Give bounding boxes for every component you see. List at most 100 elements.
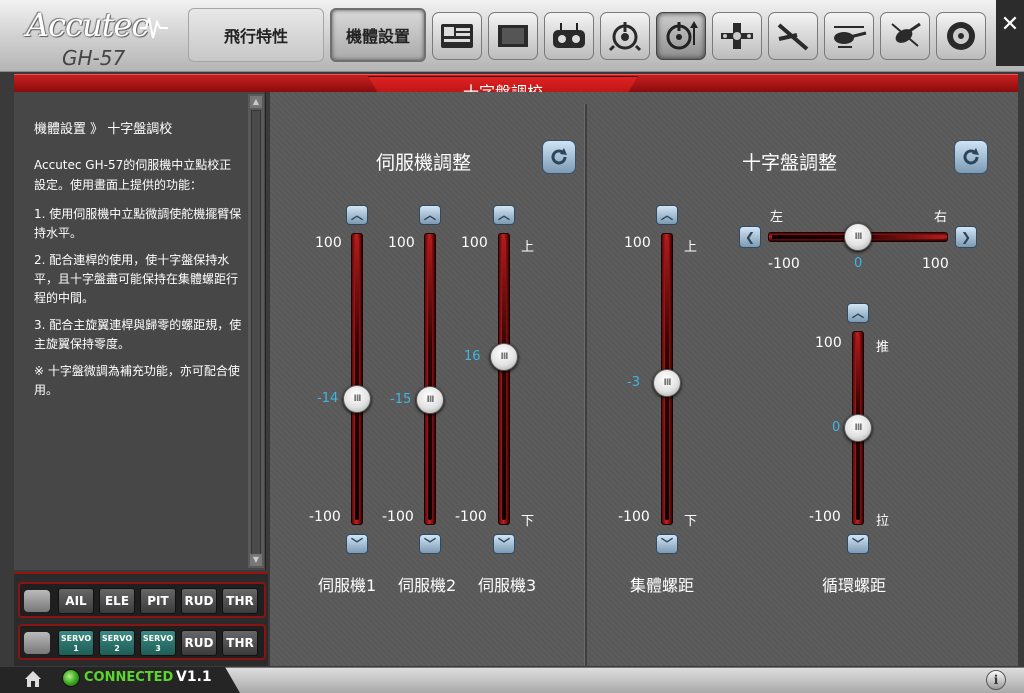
swash-reset-button[interactable] bbox=[954, 140, 988, 174]
servo-2-track[interactable] bbox=[424, 233, 436, 525]
setup-card-icon bbox=[441, 24, 473, 48]
channel-ail-button[interactable]: AIL bbox=[58, 588, 94, 614]
servo-3-label: 伺服機3 bbox=[478, 576, 537, 595]
slider-min-label: -100 bbox=[455, 509, 487, 525]
servo-panel-title: 伺服機調整 bbox=[376, 152, 472, 174]
servo-1-track[interactable] bbox=[351, 233, 363, 525]
servo-arm-icon bbox=[721, 23, 753, 49]
servo-3-button[interactable]: SERVO 3 bbox=[140, 630, 176, 656]
close-button[interactable]: ✕ bbox=[996, 0, 1024, 66]
chevron-down-icon: ﹀ bbox=[350, 537, 363, 551]
home-button[interactable] bbox=[24, 670, 42, 688]
gyro-icon bbox=[608, 22, 642, 52]
up-direction-label: 上 bbox=[684, 240, 698, 255]
collective-down-button[interactable]: ﹀ bbox=[656, 534, 678, 554]
servo-number: 2 bbox=[114, 644, 120, 653]
servo-3-knob[interactable]: III bbox=[490, 342, 518, 371]
servo-reset-button[interactable] bbox=[542, 140, 576, 174]
manual-button[interactable] bbox=[488, 12, 538, 60]
close-icon: ✕ bbox=[1000, 12, 1020, 37]
slider-max-label: 100 bbox=[388, 235, 415, 251]
heartbeat-icon bbox=[140, 17, 168, 39]
swashplate-icon bbox=[666, 21, 698, 50]
helicopter-flip-button[interactable] bbox=[880, 12, 930, 60]
setup-card-button[interactable] bbox=[432, 12, 482, 60]
servo-3-value: 16 bbox=[464, 348, 481, 364]
slider-min-label: -100 bbox=[618, 509, 650, 525]
roll-knob[interactable]: III bbox=[844, 223, 872, 251]
top-toolbar: Accutec GH-57 飛行特性 機體設置 ✕ bbox=[0, 0, 1024, 72]
scroll-down-icon[interactable]: ▼ bbox=[250, 554, 262, 566]
help-item: 1. 使用伺服機中立點微調使舵機擺臂保持水平。 bbox=[34, 207, 242, 240]
receiver-thr-button[interactable]: THR bbox=[222, 630, 258, 656]
helicopter-button[interactable] bbox=[824, 12, 874, 60]
scroll-up-icon[interactable]: ▲ bbox=[250, 96, 262, 108]
chevron-down-icon: ﹀ bbox=[851, 537, 864, 551]
tail-rotor-button[interactable] bbox=[768, 12, 818, 60]
channel-thr-button[interactable]: THR bbox=[222, 588, 258, 614]
servo-2-knob[interactable]: III bbox=[416, 386, 444, 414]
chevron-up-icon: ︿ bbox=[660, 208, 673, 222]
chevron-right-icon: ❯ bbox=[960, 230, 972, 244]
slider-min-label: -100 bbox=[809, 509, 841, 525]
servo-1-down-button[interactable]: ﹀ bbox=[346, 534, 368, 554]
chevron-up-icon: ︿ bbox=[497, 208, 510, 222]
collective-knob[interactable]: III bbox=[653, 369, 681, 398]
servo-3-track[interactable] bbox=[498, 233, 510, 525]
tab-heli-setup[interactable]: 機體設置 bbox=[330, 8, 426, 62]
servo-label: SERVO bbox=[142, 634, 174, 643]
info-icon: i bbox=[993, 673, 999, 687]
home-icon bbox=[25, 671, 41, 687]
cyclic-down-button[interactable]: ﹀ bbox=[847, 534, 869, 554]
servo-2-up-button[interactable]: ︿ bbox=[419, 205, 441, 225]
help-item: 2. 配合連桿的使用，使十字盤保持水平，且十字盤盡可能保持在集體螺距行程的中間。 bbox=[34, 253, 239, 305]
scroll-thumb[interactable] bbox=[251, 110, 261, 556]
disc-button[interactable] bbox=[936, 12, 986, 60]
slider-max-label: 100 bbox=[461, 235, 488, 251]
cyclic-up-button[interactable]: ︿ bbox=[847, 303, 869, 323]
servo-2-down-button[interactable]: ﹀ bbox=[419, 534, 441, 554]
channel-ele-button[interactable]: ELE bbox=[99, 588, 135, 614]
collective-label: 集體螺距 bbox=[630, 576, 695, 595]
gyro-button[interactable] bbox=[600, 12, 650, 60]
slider-max-label: 100 bbox=[815, 335, 842, 351]
help-text: 機體設置 》 十字盤調校 Accutec GH-57的伺服機中立點校正設定。使用… bbox=[34, 120, 242, 408]
roll-min-label: -100 bbox=[768, 256, 800, 272]
roll-max-label: 100 bbox=[922, 256, 949, 272]
servo-1-button[interactable]: SERVO 1 bbox=[58, 630, 94, 656]
receiver-rud-button[interactable]: RUD bbox=[181, 630, 217, 656]
book-icon bbox=[498, 25, 528, 47]
info-button[interactable]: i bbox=[986, 670, 1006, 690]
down-direction-label: 下 bbox=[684, 514, 698, 529]
cyclic-knob[interactable]: III bbox=[844, 414, 872, 442]
help-intro: Accutec GH-57的伺服機中立點校正設定。使用畫面上提供的功能： bbox=[34, 158, 232, 192]
transmitter-button[interactable] bbox=[544, 12, 594, 60]
push-direction-label: 推 bbox=[876, 340, 890, 355]
servo-3-down-button[interactable]: ﹀ bbox=[493, 534, 515, 554]
swashplate-button[interactable] bbox=[656, 12, 706, 60]
cyclic-label: 循環螺距 bbox=[822, 576, 887, 595]
channel-pit-button[interactable]: PIT bbox=[140, 588, 176, 614]
help-item: 3. 配合主旋翼連桿與歸零的螺距規，使主旋翼保持零度。 bbox=[34, 318, 242, 351]
roll-value: 0 bbox=[854, 256, 863, 271]
roll-right-button[interactable]: ❯ bbox=[955, 226, 977, 248]
servo-number: 1 bbox=[73, 644, 79, 653]
tab-flight-characteristics[interactable]: 飛行特性 bbox=[188, 8, 324, 62]
servo-arm-button[interactable] bbox=[712, 12, 762, 60]
servo-3-up-button[interactable]: ︿ bbox=[493, 205, 515, 225]
servo-1-knob[interactable]: III bbox=[343, 384, 371, 413]
receiver-icon bbox=[24, 632, 50, 654]
pull-direction-label: 拉 bbox=[876, 514, 890, 529]
servo-1-up-button[interactable]: ︿ bbox=[346, 205, 368, 225]
swash-panel-title: 十字盤調整 bbox=[742, 152, 838, 174]
up-direction-label: 上 bbox=[521, 240, 535, 255]
servo-2-button[interactable]: SERVO 2 bbox=[99, 630, 135, 656]
cyclic-value: 0 bbox=[832, 420, 841, 435]
help-scrollbar[interactable]: ▲ ▼ bbox=[248, 94, 264, 568]
roll-left-button[interactable]: ❮ bbox=[739, 226, 761, 248]
collective-value: -3 bbox=[627, 375, 640, 391]
collective-up-button[interactable]: ︿ bbox=[656, 205, 678, 225]
panel-divider bbox=[584, 104, 587, 666]
channel-rud-button[interactable]: RUD bbox=[181, 588, 217, 614]
help-breadcrumb: 機體設置 》 十字盤調校 bbox=[34, 122, 173, 137]
